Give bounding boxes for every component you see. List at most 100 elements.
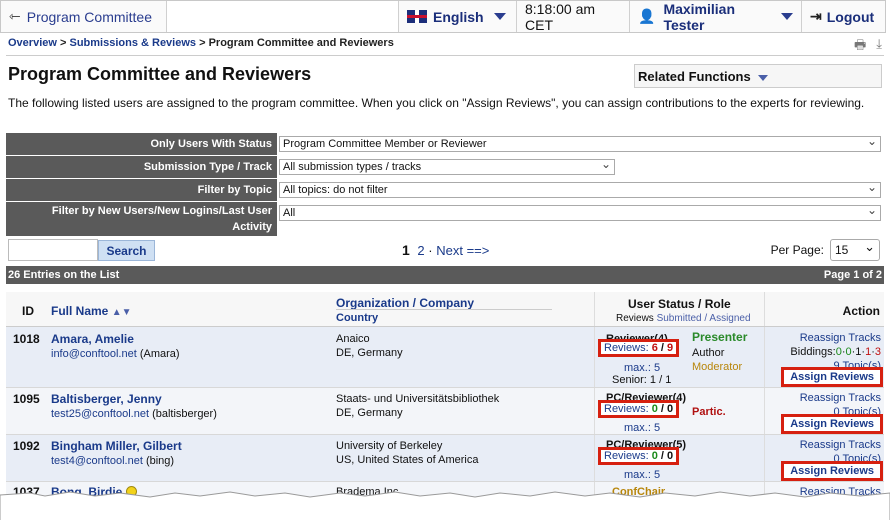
row-name[interactable]: Amara, Amelie [51,332,134,346]
column-divider [594,435,595,481]
uk-flag-icon [407,10,427,23]
header-underline [336,309,552,310]
header-name-label: Full Name [51,304,109,318]
role-tag-participant: Partic. [692,406,726,418]
row-name[interactable]: Bingham Miller, Gilbert [51,439,182,453]
column-divider [594,292,595,326]
max-reviews: max.: 5 [624,422,661,434]
related-functions-dropdown[interactable]: Related Functions [634,64,882,88]
divider [6,55,884,56]
user-menu[interactable]: 👤 Maximilian Tester [630,0,802,33]
header-organization[interactable]: Organization / Company [336,296,474,310]
home-link[interactable]: ⇽ Program Committee [1,1,167,32]
row-id: 1095 [13,392,40,406]
login-name: (bing) [145,455,175,467]
intro-text: The following listed users are assigned … [8,96,865,110]
header-country[interactable]: Country [336,312,378,324]
page-title: Program Committee and Reviewers [8,64,312,84]
sort-icon[interactable]: ▲▼ [112,307,132,318]
chevron-down-icon [758,75,769,81]
table-header: ID Full Name ▲▼ Organization / Company C… [6,292,884,327]
server-time: 8:18:00 am CET [517,1,630,33]
bid-value: 1 [865,346,872,358]
logout-button[interactable]: ⇥ Logout [802,1,885,32]
top-bar-spacer [167,1,399,32]
max-reviews: max.: 5 [624,469,661,481]
column-divider [594,327,595,387]
login-name: (Amara) [139,348,180,360]
header-name[interactable]: Full Name ▲▼ [51,304,132,318]
language-label: English [433,8,484,25]
row-organization: Anaico [336,333,370,345]
breadcrumb-overview[interactable]: Overview [8,37,57,49]
reviews-count[interactable]: Reviews: 0 / 0 [598,447,680,465]
track-select[interactable]: All submission types / tracks [279,157,615,175]
assign-reviews-button[interactable]: Assign Reviews [781,461,883,481]
email-link[interactable]: test4@conftool.net [51,455,143,467]
table-row: 1018 Amara, Amelie info@conftool.net (Am… [6,327,884,388]
column-divider [764,292,765,326]
row-country: DE, Germany [336,347,403,359]
torn-edge [0,491,890,520]
topic-select[interactable]: All topics: do not filter [279,180,881,198]
user-icon: 👤 [638,8,656,24]
per-page-select[interactable]: 15 [830,239,880,261]
reassign-tracks-link[interactable]: Reassign Tracks [800,391,881,405]
biddings-label: Biddings: [790,346,836,358]
pc-table: ID Full Name ▲▼ Organization / Company C… [6,292,884,512]
chevron-down-icon [781,13,793,20]
status-select[interactable]: Program Committee Member or Reviewer [279,134,881,152]
login-name: (baltisberger) [152,408,217,420]
breadcrumb-submissions[interactable]: Submissions & Reviews [69,37,196,49]
reviews-assigned: 0 [667,403,674,415]
row-email: test4@conftool.net (bing) [51,454,174,468]
header-reviews-legend: Reviews Submitted / Assigned [616,313,751,324]
filter-label: Filter by Topic [6,179,277,201]
reviews-assigned: 9 [667,342,674,354]
reassign-tracks-link[interactable]: Reassign Tracks [800,438,881,452]
per-page-label: Per Page: [770,243,824,257]
table-row: 1095 Baltisberger, Jenny test25@conftool… [6,388,884,435]
per-page-control: Per Page: 15 [771,239,880,261]
column-divider [764,435,765,481]
next-page-link[interactable]: Next ==> [436,243,489,258]
row-id: 1018 [13,332,40,346]
row-id: 1092 [13,439,40,453]
breadcrumb-separator: > [59,37,67,49]
bid-value: 1 [855,346,862,358]
user-name: Maximilian Tester [663,0,736,33]
current-page: 1 [402,242,410,258]
breadcrumb-current: Program Committee and Reviewers [208,37,394,49]
reviews-count[interactable]: Reviews: 6 / 9 [598,339,680,357]
email-link[interactable]: test25@conftool.net [51,408,149,420]
reviews-submitted: 6 [651,342,658,354]
logout-label: Logout [826,8,875,25]
home-label: Program Committee [26,8,152,25]
reviews-label: Reviews: [604,403,649,415]
reassign-tracks-link[interactable]: Reassign Tracks [800,331,881,345]
role-tag-author: Author [692,347,725,359]
row-email: info@conftool.net (Amara) [51,347,180,361]
row-country: US, United States of America [336,454,479,466]
language-selector[interactable]: English [399,1,517,32]
search-input[interactable] [8,239,98,261]
senior-reviews: Senior: 1 / 1 [612,374,672,386]
filter-row-topic: Filter by Topic All topics: do not filte… [6,179,884,202]
email-link[interactable]: info@conftool.net [51,348,137,360]
legend-slash: / [704,313,708,324]
assign-reviews-button[interactable]: Assign Reviews [781,414,883,434]
entries-count: 26 Entries on the List [8,269,120,281]
bid-value: 3 [874,346,881,358]
filter-label: Only Users With Status [6,133,277,155]
reviews-count[interactable]: Reviews: 0 / 0 [598,400,680,418]
row-email: test25@conftool.net (baltisberger) [51,407,217,421]
legend-submitted: Submitted [656,313,702,324]
logout-icon: ⇥ [810,8,822,24]
pagination: 1 2 · Next ==> [402,242,489,258]
reviews-label: Reviews: [604,342,649,354]
assign-reviews-button[interactable]: Assign Reviews [781,367,883,387]
row-name[interactable]: Baltisberger, Jenny [51,392,162,406]
search-button[interactable]: Search [98,240,155,261]
page-2-link[interactable]: 2 [417,243,424,258]
activity-select[interactable]: All [279,203,881,221]
